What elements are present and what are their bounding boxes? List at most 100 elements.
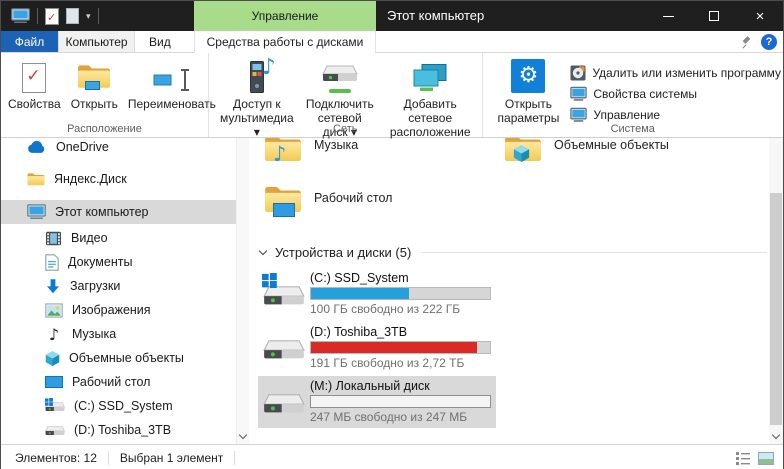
sidebar-item-yandex-disk[interactable]: Яндекс.Диск [1,167,249,191]
drive-name: (M:) Локальный диск [310,379,496,393]
manage-button[interactable]: Управление [570,105,781,125]
context-tab-management[interactable]: Управление [194,1,376,31]
rename-icon [153,67,191,93]
rename-button[interactable]: Переименовать [123,58,221,112]
tab-disk-tools[interactable]: Средства работы с дисками [194,31,376,53]
video-icon [45,231,62,246]
selection-info: Выбран 1 элемент [120,451,223,465]
window-title: Этот компьютер [387,1,484,31]
sidebar-item-drive-c[interactable]: (C:) SSD_System [1,394,249,418]
properties-button[interactable]: ✓ Свойства [3,58,66,112]
system-properties-button[interactable]: Свойства системы [570,84,781,104]
3d-objects-folder-icon [504,138,542,165]
sidebar-item-downloads[interactable]: Загрузки [1,274,249,298]
folder-tile-music[interactable]: ♪ Музыка [258,138,498,181]
explorer-icon[interactable] [11,8,30,24]
separator [234,451,235,465]
status-bar: Элементов: 12 Выбран 1 элемент [1,444,783,469]
open-settings-button[interactable]: ⚙ Открыть параметры [493,58,565,126]
sidebar-item-drive-d[interactable]: (D:) Toshiba_3TB [1,418,249,442]
drive-icon [258,378,310,428]
devices-section-header[interactable]: Устройства и диски (5) [258,242,783,262]
open-button[interactable]: Открыть [66,58,123,112]
sidebar-item-music[interactable]: ♪ Музыка [1,322,249,346]
desktop-folder-icon [264,184,302,216]
scroll-down-icon[interactable] [239,431,247,439]
folder-icon [27,172,45,187]
drive-name: (C:) SSD_System [310,271,496,285]
properties-qat-icon[interactable]: ✓ [45,8,59,25]
folder-tile-desktop[interactable]: Рабочий стол [258,176,498,234]
help-icon[interactable]: ? [761,34,777,50]
collapse-chevron-icon[interactable] [259,247,267,255]
close-icon: × [756,9,765,24]
thumbnail-view-button[interactable] [757,449,775,467]
folder-tile-3d-objects[interactable]: Объемные объекты [498,138,738,181]
system-drive-icon [45,399,65,413]
drive-name: (D:) Toshiba_3TB [310,325,496,339]
content-area: OneDrive Яндекс.Диск Этот компьютер Виде… [1,138,783,444]
devices-section-title: Устройства и диски (5) [275,245,411,260]
title-bar: ✓ ▾ Управление Этот компьютер × [1,1,783,31]
sidebar-item-this-pc[interactable]: Этот компьютер [1,200,249,224]
minimize-icon [663,16,674,17]
network-location-icon [412,63,448,93]
close-button[interactable]: × [737,1,783,31]
drive-usage-bar [310,341,491,354]
file-list-pane: ♪ Музыка Объемные объекты [249,138,783,444]
system-drive-icon [258,270,310,320]
ribbon-group-network: ♪ Доступ к мультимедиа ▾ Подключить сете… [209,53,483,137]
new-folder-qat-icon[interactable] [66,8,79,24]
tab-computer[interactable]: Компьютер [58,31,135,52]
media-access-icon: ♪ [240,61,274,93]
maximize-icon [709,11,719,21]
details-view-button[interactable] [734,449,752,467]
navigation-pane: OneDrive Яндекс.Диск Этот компьютер Виде… [1,138,249,444]
scrollbar-thumb[interactable] [770,193,782,425]
sidebar-item-onedrive[interactable]: OneDrive [1,138,249,159]
download-icon [45,278,61,294]
uninstall-program-icon [570,65,586,81]
manage-icon [570,107,587,123]
details-view-icon [735,451,751,465]
uninstall-program-button[interactable]: Удалить или изменить программу [570,63,781,83]
computer-icon [27,204,46,220]
group-label-location: Расположение [1,123,208,135]
tab-file[interactable]: Файл [1,31,58,52]
explorer-window: ✓ ▾ Управление Этот компьютер × Файл Ком… [0,0,784,469]
drive-usage-bar [310,395,491,408]
maximize-button[interactable] [691,1,737,31]
separator [108,451,109,465]
system-properties-icon [570,86,587,102]
sidebar-scrollbar[interactable] [236,138,249,444]
separator [37,8,38,24]
sidebar-item-videos[interactable]: Видео [1,226,249,250]
pin-ribbon-icon[interactable] [742,37,752,47]
sidebar-item-pictures[interactable]: Изображения [1,298,249,322]
properties-icon: ✓ [22,63,46,93]
open-folder-icon [77,63,111,93]
scroll-down-icon[interactable] [772,431,780,439]
separator [98,8,99,24]
sidebar-item-desktop[interactable]: Рабочий стол [1,370,249,394]
map-drive-icon [322,61,358,93]
sidebar-item-3d-objects[interactable]: Объемные объекты [1,346,249,370]
drive-free-space: 100 ГБ свободно из 222 ГБ [310,302,496,316]
drive-free-space: 247 МБ свободно из 247 МБ [310,410,496,424]
main-scrollbar[interactable] [769,138,783,444]
music-icon: ♪ [45,325,63,344]
drive-tile-c[interactable]: (C:) SSD_System 100 ГБ свободно из 222 Г… [258,268,496,320]
3d-objects-icon [45,350,60,367]
ribbon-group-system: ⚙ Открыть параметры Удалить или изменить… [483,53,783,137]
qat-dropdown-icon[interactable]: ▾ [86,11,91,22]
group-label-network: Сеть [209,123,482,135]
ribbon: ✓ Свойства Открыть Переименовать Располо… [1,53,783,138]
drive-tile-m[interactable]: (M:) Локальный диск 247 МБ свободно из 2… [258,376,496,428]
document-icon [45,254,59,271]
sidebar-item-documents[interactable]: Документы [1,250,249,274]
settings-gear-icon: ⚙ [511,59,545,93]
minimize-button[interactable] [645,1,691,31]
drive-tile-d[interactable]: (D:) Toshiba_3TB 191 ГБ свободно из 2,72… [258,322,496,374]
section-divider [421,252,767,253]
tab-view[interactable]: Вид [135,31,185,52]
